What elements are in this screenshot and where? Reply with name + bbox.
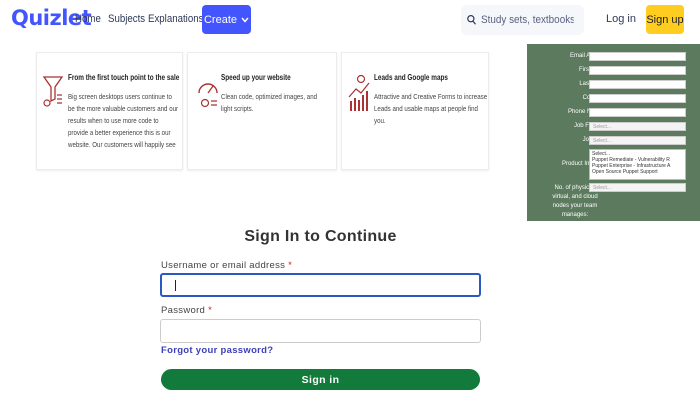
password-label-text: Password [161,305,206,316]
text-caret [175,280,176,291]
page-title: Sign In to Continue [244,228,397,245]
nodes-select[interactable]: Select... [589,183,686,192]
feature-card-leads: Leads and Google maps Attractive and Cre… [341,52,489,170]
job-level-select[interactable]: Select... [589,136,686,145]
username-label-text: Username or email address [161,260,286,271]
username-label: Username or email address * [161,260,292,271]
card-title: From the first touch point to the sale [68,73,180,82]
last-name-field[interactable] [589,80,686,89]
signup-button[interactable]: Sign up [646,5,684,34]
username-field[interactable] [160,273,481,297]
contact-form-panel: Email Address: First Name: Last Name: Co… [527,44,700,221]
create-label: Create [203,13,238,26]
search-placeholder: Study sets, textbooks, ... [481,14,573,26]
card-title: Leads and Google maps [374,73,448,82]
first-name-field[interactable] [589,66,686,75]
product-interest-select[interactable]: Select... Puppet Remediate - Vulnerabili… [589,149,686,180]
email-field[interactable] [589,52,686,61]
create-button[interactable]: Create [202,5,251,34]
nav-explanations-link[interactable]: Explanations [148,13,203,25]
job-function-select[interactable]: Select... [589,122,686,131]
product-option[interactable]: Open Source Puppet Support [592,169,683,175]
company-field[interactable] [589,94,686,103]
password-label: Password * [161,305,212,316]
login-link[interactable]: Log in [606,13,636,25]
search-input[interactable]: Study sets, textbooks, ... [461,5,584,35]
growth-chart-icon [348,74,370,111]
nav-subjects-link[interactable]: Subjects [108,13,145,25]
required-mark: * [208,305,213,316]
feature-card-sales: From the first touch point to the sale B… [36,52,183,170]
card-body: Attractive and Creative Forms to increas… [374,92,488,125]
search-icon [467,15,477,25]
speedometer-icon [198,83,218,108]
sign-in-button[interactable]: Sign in [161,369,480,390]
top-nav: Quizlet Home Subjects Explanations Creat… [0,0,700,40]
forgot-password-link[interactable]: Forgot your password? [161,345,273,356]
phone-field[interactable] [589,108,686,117]
card-title: Speed up your website [221,73,291,82]
card-body: Clean code, optimized images, and light … [221,92,318,113]
password-field[interactable] [160,319,481,343]
card-body: Big screen desktops users continue to be… [68,92,179,153]
required-mark: * [288,260,293,271]
chevron-down-icon [241,17,249,23]
sales-funnel-icon [42,76,64,107]
nav-home-link[interactable]: Home [75,13,101,25]
feature-card-speed: Speed up your website Clean code, optimi… [187,52,337,170]
